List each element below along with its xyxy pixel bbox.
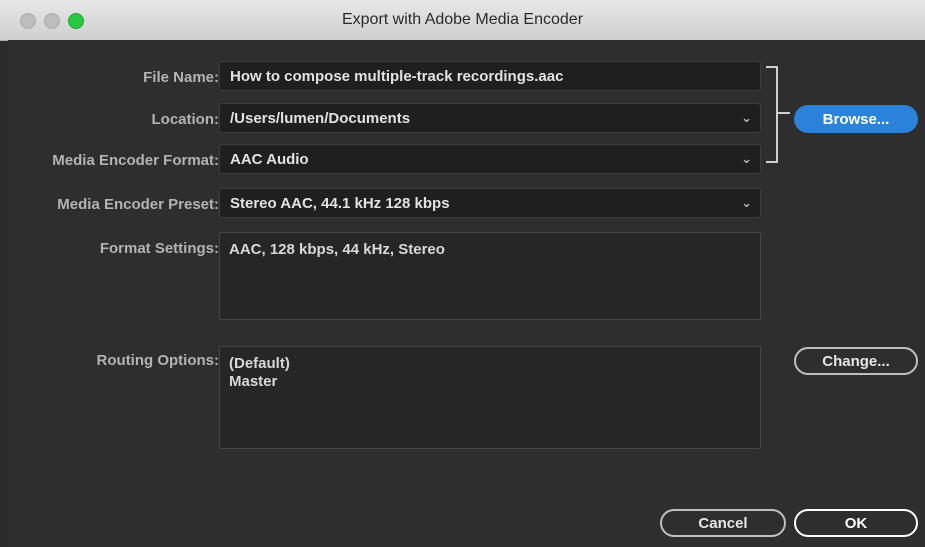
change-button[interactable]: Change... [794, 347, 918, 375]
preset-select[interactable]: Stereo AAC, 44.1 kHz 128 kbps ⌄ [219, 188, 761, 218]
cancel-button[interactable]: Cancel [660, 509, 786, 537]
window-title: Export with Adobe Media Encoder [341, 11, 584, 28]
fields-bracket [766, 66, 778, 163]
browse-button[interactable]: Browse... [794, 105, 918, 133]
routing-options-box: (Default) Master [219, 346, 761, 449]
format-settings-label: Format Settings: [99, 240, 219, 257]
title-bar: Export with Adobe Media Encoder [0, 0, 925, 41]
routing-default: (Default) [229, 355, 290, 372]
format-select[interactable]: AAC Audio ⌄ [219, 144, 761, 174]
ok-button[interactable]: OK [794, 509, 918, 537]
location-select[interactable]: /Users/lumen/Documents ⌄ [219, 103, 761, 133]
file-name-input[interactable]: How to compose multiple-track recordings… [219, 61, 761, 91]
format-label: Media Encoder Format: [52, 152, 219, 169]
format-settings-value: AAC, 128 kbps, 44 kHz, Stereo [229, 241, 445, 258]
format-settings-box: AAC, 128 kbps, 44 kHz, Stereo [219, 232, 761, 320]
file-name-label: File Name: [143, 69, 219, 86]
routing-master: Master [229, 373, 278, 390]
export-dialog: Export with Adobe Media Encoder File Nam… [0, 0, 925, 547]
file-name-value: How to compose multiple-track recordings… [230, 68, 564, 85]
fields-bracket-tick [778, 112, 790, 114]
dialog-content: File Name: How to compose multiple-track… [8, 40, 925, 547]
location-label: Location: [151, 111, 220, 128]
preset-label: Media Encoder Preset: [57, 196, 219, 213]
chevron-down-icon: ⌄ [741, 195, 752, 210]
format-value: AAC Audio [230, 151, 309, 168]
chevron-down-icon: ⌄ [741, 110, 752, 125]
chevron-down-icon: ⌄ [741, 151, 752, 166]
routing-options-label: Routing Options: [96, 352, 219, 369]
preset-value: Stereo AAC, 44.1 kHz 128 kbps [230, 195, 450, 212]
location-value: /Users/lumen/Documents [230, 110, 411, 127]
